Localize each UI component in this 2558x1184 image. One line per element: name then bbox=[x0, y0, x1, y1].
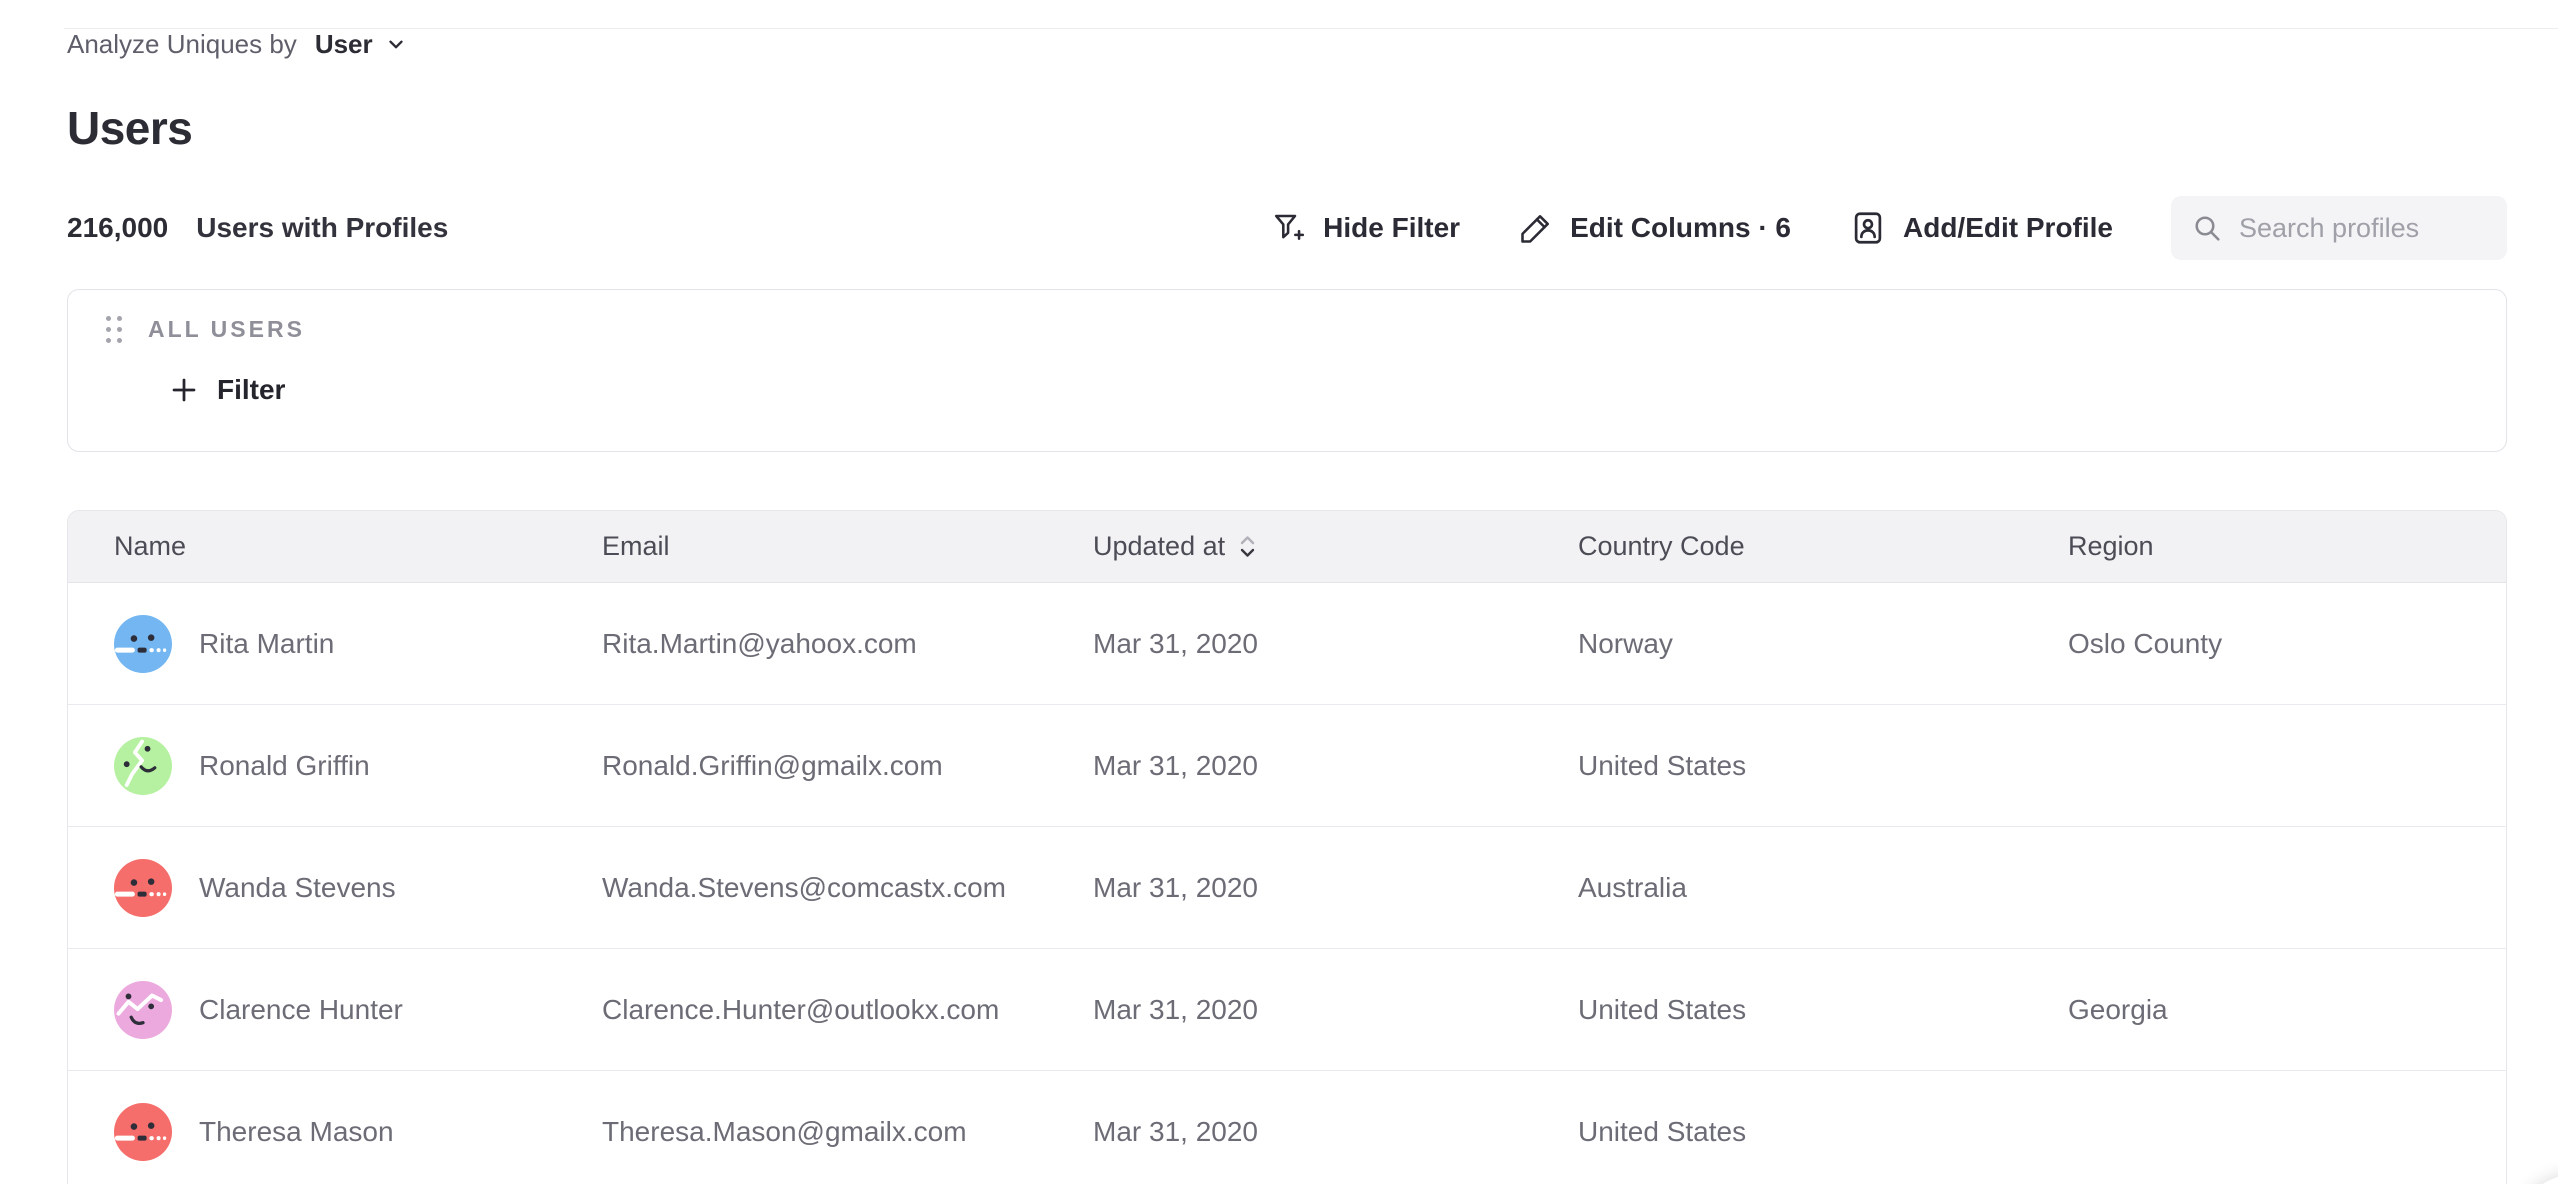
user-country: Australia bbox=[1578, 872, 2068, 904]
analyze-uniques-control[interactable]: Analyze Uniques by User bbox=[67, 26, 407, 62]
add-edit-profile-button[interactable]: Add/Edit Profile bbox=[1849, 209, 2113, 247]
user-name: Clarence Hunter bbox=[199, 994, 403, 1026]
column-header-region[interactable]: Region bbox=[2068, 531, 2154, 562]
user-country: United States bbox=[1578, 994, 2068, 1026]
profile-count-label: Users with Profiles bbox=[196, 212, 448, 244]
user-updated-at: Mar 31, 2020 bbox=[1093, 872, 1578, 904]
user-email: Ronald.Griffin@gmailx.com bbox=[602, 750, 1093, 782]
profile-card-icon bbox=[1849, 209, 1887, 247]
profile-count-number: 216,000 bbox=[67, 212, 168, 244]
analyze-uniques-value[interactable]: User bbox=[315, 26, 373, 62]
search-profiles-box[interactable] bbox=[2171, 196, 2507, 260]
filter-panel: ALL USERS Filter bbox=[67, 289, 2507, 452]
table-row[interactable]: Ronald Griffin Ronald.Griffin@gmailx.com… bbox=[68, 705, 2506, 827]
user-email: Clarence.Hunter@outlookx.com bbox=[602, 994, 1093, 1026]
hide-filter-button[interactable]: Hide Filter bbox=[1271, 210, 1460, 246]
user-region: Oslo County bbox=[2068, 628, 2506, 660]
pencil-icon bbox=[1518, 210, 1554, 246]
add-filter-label: Filter bbox=[217, 374, 285, 406]
users-page: Analyze Uniques by User Users 216,000 Us… bbox=[0, 26, 2558, 1184]
avatar bbox=[114, 615, 172, 673]
search-profiles-input[interactable] bbox=[2239, 213, 2489, 244]
add-edit-profile-label: Add/Edit Profile bbox=[1903, 212, 2113, 244]
column-header-name[interactable]: Name bbox=[114, 531, 186, 562]
table-header: Name Email Updated at Country Code Regio… bbox=[68, 511, 2506, 583]
filter-panel-header: ALL USERS bbox=[104, 314, 2506, 344]
user-email: Rita.Martin@yahoox.com bbox=[602, 628, 1093, 660]
user-email: Theresa.Mason@gmailx.com bbox=[602, 1116, 1093, 1148]
toolbar: Hide Filter Edit Columns · 6 Add/Edit Pr… bbox=[1271, 196, 2507, 260]
user-region: Georgia bbox=[2068, 994, 2506, 1026]
user-name: Ronald Griffin bbox=[199, 750, 370, 782]
page-title: Users bbox=[67, 102, 2507, 154]
table-row[interactable]: Rita Martin Rita.Martin@yahoox.com Mar 3… bbox=[68, 583, 2506, 705]
funnel-plus-icon bbox=[1271, 210, 1307, 246]
table-row[interactable]: Clarence Hunter Clarence.Hunter@outlookx… bbox=[68, 949, 2506, 1071]
user-country: Norway bbox=[1578, 628, 2068, 660]
top-divider bbox=[64, 28, 2558, 29]
scope-label: ALL USERS bbox=[148, 316, 305, 343]
user-name: Wanda Stevens bbox=[199, 872, 396, 904]
user-updated-at: Mar 31, 2020 bbox=[1093, 628, 1578, 660]
user-country: United States bbox=[1578, 750, 2068, 782]
chevron-down-icon bbox=[385, 33, 407, 55]
avatar bbox=[114, 859, 172, 917]
user-name: Rita Martin bbox=[199, 628, 334, 660]
avatar bbox=[114, 1103, 172, 1161]
avatar bbox=[114, 737, 172, 795]
edit-columns-button[interactable]: Edit Columns · 6 bbox=[1518, 210, 1791, 246]
user-country: United States bbox=[1578, 1116, 2068, 1148]
table-row[interactable]: Wanda Stevens Wanda.Stevens@comcastx.com… bbox=[68, 827, 2506, 949]
user-updated-at: Mar 31, 2020 bbox=[1093, 994, 1578, 1026]
plus-icon bbox=[169, 375, 199, 405]
profile-count: 216,000 Users with Profiles bbox=[67, 212, 448, 244]
user-name: Theresa Mason bbox=[199, 1116, 394, 1148]
table-row[interactable]: Theresa Mason Theresa.Mason@gmailx.com M… bbox=[68, 1071, 2506, 1184]
user-updated-at: Mar 31, 2020 bbox=[1093, 1116, 1578, 1148]
user-updated-at: Mar 31, 2020 bbox=[1093, 750, 1578, 782]
add-filter-button[interactable]: Filter bbox=[169, 374, 285, 406]
users-table: Name Email Updated at Country Code Regio… bbox=[67, 510, 2507, 1184]
drag-handle-icon[interactable] bbox=[104, 314, 124, 345]
column-header-updated-at[interactable]: Updated at bbox=[1093, 531, 1256, 562]
avatar bbox=[114, 981, 172, 1039]
analyze-uniques-label: Analyze Uniques by bbox=[67, 26, 297, 62]
sort-icon bbox=[1239, 533, 1256, 560]
hide-filter-label: Hide Filter bbox=[1323, 212, 1460, 244]
column-header-country-code[interactable]: Country Code bbox=[1578, 531, 1745, 562]
search-icon bbox=[2191, 212, 2223, 244]
stats-toolbar: 216,000 Users with Profiles Hide Filter … bbox=[67, 196, 2507, 260]
column-header-email[interactable]: Email bbox=[602, 531, 670, 562]
user-email: Wanda.Stevens@comcastx.com bbox=[602, 872, 1093, 904]
edit-columns-label: Edit Columns · 6 bbox=[1570, 212, 1791, 244]
